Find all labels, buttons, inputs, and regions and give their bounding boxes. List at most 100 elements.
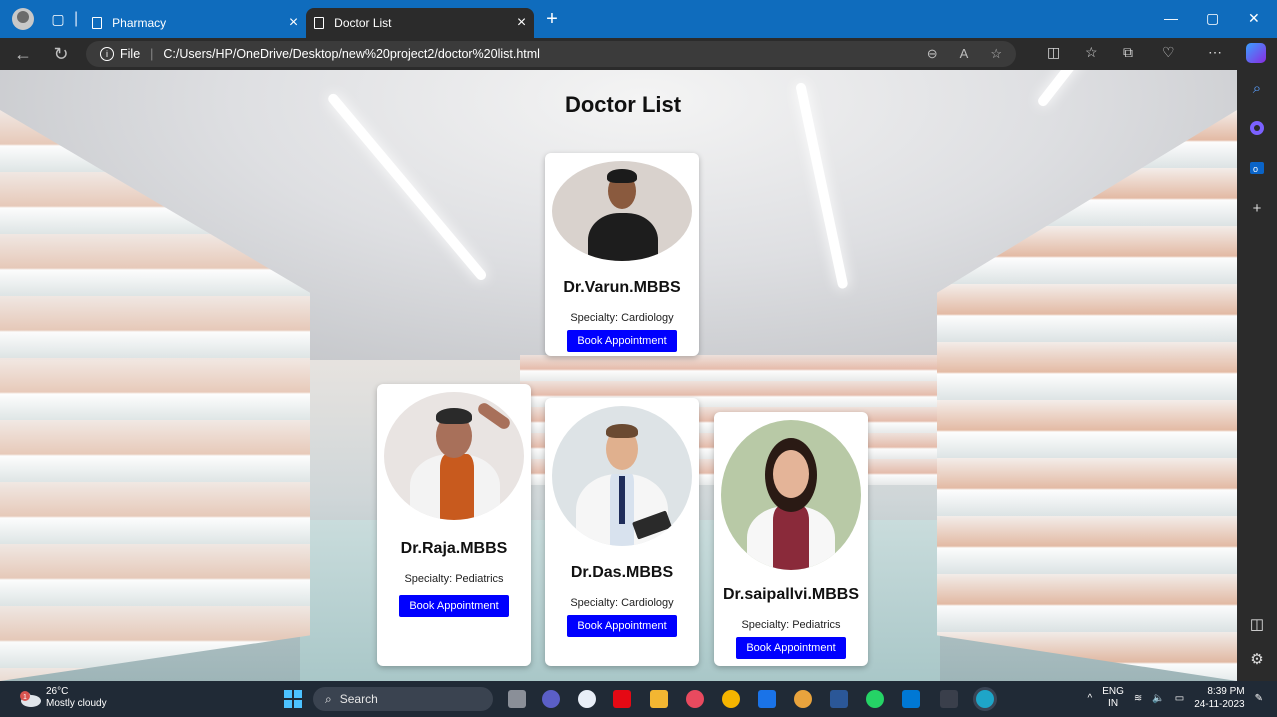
chat-icon[interactable] [578,690,596,708]
tab-pharmacy[interactable]: Pharmacy × [84,8,306,38]
page-icon [314,17,325,29]
weather-temp: 26°C [46,686,69,697]
clock-time: 8:39 PM [1207,686,1245,697]
taskbar-search[interactable]: ⌕ Search [313,687,493,711]
book-appointment-button[interactable]: Book Appointment [567,330,677,352]
doctor-card: Dr.Raja.MBBS Specialty: Pediatrics Book … [377,384,531,666]
doctor-photo [552,406,692,546]
volume-icon[interactable]: 🔈 [1152,693,1164,704]
weather-widget[interactable]: 1 26°C Mostly cloudy [18,686,107,710]
language-indicator[interactable]: ENG IN [1102,686,1124,710]
back-arrow-icon[interactable]: ← [8,44,38,65]
file-explorer-icon[interactable] [650,690,668,708]
doctor-photo [384,392,524,520]
profile-avatar[interactable] [12,8,34,30]
language-region: IN [1108,698,1119,709]
new-tab-button[interactable]: + [546,8,558,31]
windows-taskbar: 1 26°C Mostly cloudy ⌕ Search ^ ENG IN ≋… [0,681,1277,717]
address-bar[interactable]: i File | C:/Users/HP/OneDrive/Desktop/ne… [86,41,1016,67]
tab-doctor-list[interactable]: Doctor List × [306,8,535,38]
copilot-sidebar-icon[interactable] [1247,120,1267,140]
book-appointment-button[interactable]: Book Appointment [567,615,677,637]
doctor-photo [552,161,692,261]
restore-button[interactable]: ▢ [1206,10,1219,27]
book-appointment-button[interactable]: Book Appointment [399,595,509,617]
more-menu-icon[interactable]: ⋯ [1208,44,1222,61]
search-icon: ⌕ [325,691,332,706]
wifi-icon[interactable]: ≋ [1134,693,1142,704]
copilot-icon[interactable] [1246,43,1266,63]
favorites-icon[interactable]: ☆ [1085,44,1098,61]
close-icon[interactable]: × [517,14,526,32]
clock-date: 24-11-2023 [1194,699,1245,710]
system-tray: ^ ENG IN ≋ 🔈 ▭ 8:39 PM 24-11-2023 ✎ [1088,685,1263,711]
teams-icon[interactable] [542,690,560,708]
address-bar-actions: ⊖ A ☆ [927,46,1002,62]
browser-title-bar: ▢ | Pharmacy × Doctor List × + — ▢ ✕ [0,0,1277,38]
zoom-icon[interactable]: ⊖ [927,46,938,62]
settings-gear-icon[interactable]: ⚙ [1247,650,1267,670]
hide-sidebar-icon[interactable]: ◫ [1247,615,1267,635]
search-placeholder: Search [339,692,378,706]
workspaces-icon[interactable]: ▢ [46,11,70,28]
chrome-profile-icon[interactable] [794,690,812,708]
clock[interactable]: 8:39 PM 24-11-2023 [1194,685,1244,711]
doctor-photo [721,420,861,570]
url-text: C:/Users/HP/OneDrive/Desktop/new%20proje… [163,47,540,61]
close-icon[interactable]: × [289,14,298,32]
page-icon [92,17,103,29]
chrome-icon[interactable] [722,690,740,708]
doctor-specialty: Specialty: Cardiology [570,597,674,609]
address-toolbar: ← ↻ i File | C:/Users/HP/OneDrive/Deskto… [0,38,1277,70]
tab-divider: | [74,10,79,27]
doctor-name: Dr.Varun.MBBS [563,279,681,296]
doctor-specialty: Specialty: Cardiology [570,312,674,324]
favorite-star-icon[interactable]: ☆ [990,46,1002,62]
mail-icon[interactable] [758,690,776,708]
doctor-card: Dr.saipallvi.MBBS Specialty: Pediatrics … [714,412,868,666]
devhome-icon[interactable] [940,690,958,708]
whatsapp-icon[interactable] [866,690,884,708]
task-view-icon[interactable] [508,690,526,708]
page-title: Doctor List [564,92,682,117]
performance-icon[interactable]: ♡ [1162,44,1175,61]
doctor-name: Dr.Das.MBBS [570,564,674,581]
doctor-specialty: Specialty: Pediatrics [741,619,841,631]
cloud-icon: 1 [18,690,41,707]
word-icon[interactable] [830,690,848,708]
info-icon: i [100,47,114,61]
tab-label: Pharmacy [112,16,167,30]
battery-icon[interactable]: ▭ [1175,693,1184,704]
chevron-up-icon[interactable]: ^ [1088,693,1093,704]
tab-label: Doctor List [334,16,392,30]
doctor-card: Dr.Das.MBBS Specialty: Cardiology Book A… [545,398,699,666]
url-separator: | [150,47,154,61]
minimize-button[interactable]: — [1164,10,1178,26]
doctor-card: Dr.Varun.MBBS Specialty: Cardiology Book… [545,153,699,356]
doctor-name: Dr.Raja.MBBS [400,540,508,557]
doctor-specialty: Specialty: Pediatrics [404,573,504,585]
language-code: ENG [1102,686,1124,697]
read-aloud-icon[interactable]: A [960,46,969,62]
collections-icon[interactable]: ⧉ [1123,44,1133,61]
book-appointment-button[interactable]: Book Appointment [736,637,846,659]
notifications-icon[interactable]: ✎ [1255,693,1263,704]
scheme-label: File [120,47,141,61]
netflix-icon[interactable] [613,690,631,708]
site-info-button[interactable]: i File [100,47,140,61]
doctor-name: Dr.saipallvi.MBBS [722,586,860,603]
weather-condition: Mostly cloudy [46,698,107,709]
outlook-icon[interactable]: o [1247,160,1267,180]
refresh-icon[interactable]: ↻ [46,44,76,65]
split-screen-icon[interactable]: ◫ [1047,44,1060,61]
page-viewport: Doctor List Dr.Varun.MBBS Specialty: Car… [0,70,1237,681]
windows-start-icon[interactable] [284,690,302,713]
vscode-icon[interactable] [902,690,920,708]
add-icon[interactable]: + [1247,200,1267,220]
edge-icon[interactable] [976,690,994,708]
close-window-button[interactable]: ✕ [1248,10,1260,27]
svg-text:o: o [1253,164,1258,174]
app-icon[interactable] [686,690,704,708]
search-icon[interactable]: ⌕ [1247,80,1267,100]
edge-sidebar: ⌕ o + ◫ ⚙ [1237,70,1277,681]
